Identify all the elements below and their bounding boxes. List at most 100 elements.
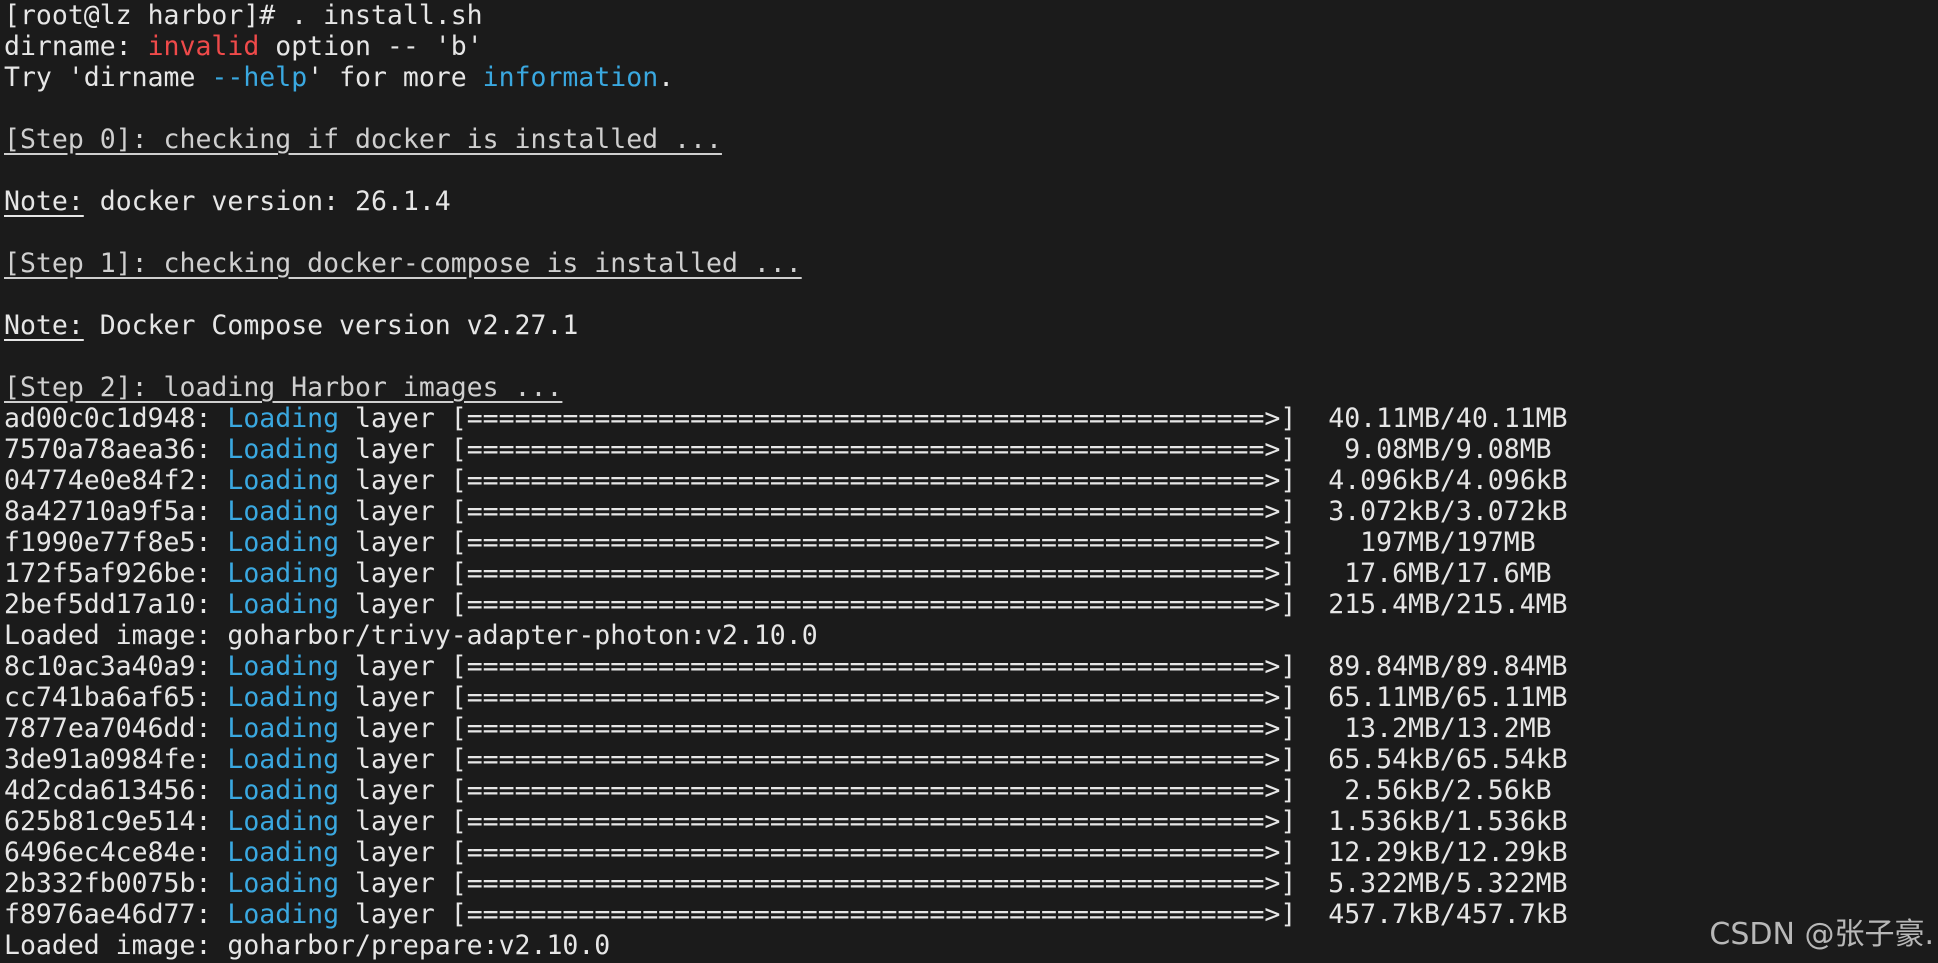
layer-id: 4d2cda613456 (4, 775, 196, 806)
layer-list-prepare: 8c10ac3a40a9: Loading layer [===========… (4, 651, 1934, 930)
layer-colon: : (195, 589, 228, 620)
layer-row: 8a42710a9f5a: Loading layer [===========… (4, 496, 1934, 527)
help-flag: --help (211, 62, 308, 93)
layer-size: 9.08MB/9.08MB (1296, 434, 1552, 465)
layer-size: 89.84MB/89.84MB (1296, 651, 1568, 682)
layer-id: 2bef5dd17a10 (4, 589, 196, 620)
loaded-image-text: Loaded image: goharbor/trivy-adapter-pho… (4, 620, 818, 651)
csdn-watermark: CSDN @张子豪. (1709, 917, 1934, 952)
try-middle: ' for more (307, 62, 483, 93)
prompt-text: [root@lz harbor]# . install.sh (4, 0, 483, 31)
step2-text: [Step 2]: loading Harbor images ... (4, 372, 563, 403)
layer-size: 1.536kB/1.536kB (1296, 806, 1568, 837)
loading-word: Loading (227, 868, 340, 899)
progress-bar: [=======================================… (450, 744, 1297, 775)
layer-id: f8976ae46d77 (4, 899, 196, 930)
layer-row: 04774e0e84f2: Loading layer [===========… (4, 465, 1934, 496)
layer-row: 7877ea7046dd: Loading layer [===========… (4, 713, 1934, 744)
progress-bar: [=======================================… (450, 806, 1297, 837)
loading-word: Loading (227, 403, 340, 434)
try-help-line: Try 'dirname --help' for more informatio… (4, 62, 1934, 93)
layer-colon: : (195, 775, 228, 806)
layer-word: layer (339, 527, 451, 558)
layer-colon: : (195, 899, 228, 930)
step1-text: [Step 1]: checking docker-compose is ins… (4, 248, 802, 279)
try-end: . (658, 62, 675, 93)
layer-colon: : (195, 465, 228, 496)
loading-word: Loading (227, 651, 340, 682)
loading-word: Loading (227, 465, 340, 496)
dirname-error-line: dirname: invalid option -- 'b' (4, 31, 1934, 62)
layer-size: 197MB/197MB (1296, 527, 1536, 558)
loading-word: Loading (227, 899, 340, 930)
layer-row: 8c10ac3a40a9: Loading layer [===========… (4, 651, 1934, 682)
layer-size: 2.56kB/2.56kB (1296, 775, 1552, 806)
layer-word: layer (339, 899, 451, 930)
layer-row: 172f5af926be: Loading layer [===========… (4, 558, 1934, 589)
loading-word: Loading (227, 713, 340, 744)
terminal-output[interactable]: [root@lz harbor]# . install.sh dirname: … (4, 0, 1934, 963)
progress-bar: [=======================================… (450, 434, 1297, 465)
information-word: information (482, 62, 659, 93)
layer-row: 2b332fb0075b: Loading layer [===========… (4, 868, 1934, 899)
layer-row: f1990e77f8e5: Loading layer [===========… (4, 527, 1934, 558)
layer-id: 2b332fb0075b (4, 868, 196, 899)
loading-word: Loading (227, 837, 340, 868)
layer-size: 4.096kB/4.096kB (1296, 465, 1568, 496)
layer-word: layer (339, 837, 451, 868)
progress-bar: [=======================================… (450, 682, 1297, 713)
loading-word: Loading (227, 434, 340, 465)
layer-colon: : (195, 713, 228, 744)
layer-size: 13.2MB/13.2MB (1296, 713, 1552, 744)
note1-text: Docker Compose version v2.27.1 (83, 310, 579, 341)
layer-row: 4d2cda613456: Loading layer [===========… (4, 775, 1934, 806)
layer-size: 12.29kB/12.29kB (1296, 837, 1568, 868)
layer-size: 65.54kB/65.54kB (1296, 744, 1568, 775)
layer-row: f8976ae46d77: Loading layer [===========… (4, 899, 1934, 930)
note0-line: Note: docker version: 26.1.4 (4, 186, 1934, 217)
step2-line: [Step 2]: loading Harbor images ... (4, 372, 1934, 403)
layer-id: 172f5af926be (4, 558, 196, 589)
loading-word: Loading (227, 589, 340, 620)
layer-row: 625b81c9e514: Loading layer [===========… (4, 806, 1934, 837)
layer-colon: : (195, 558, 228, 589)
layer-id: f1990e77f8e5 (4, 527, 196, 558)
layer-size: 17.6MB/17.6MB (1296, 558, 1552, 589)
progress-bar: [=======================================… (450, 868, 1297, 899)
progress-bar: [=======================================… (450, 527, 1297, 558)
layer-id: 7570a78aea36 (4, 434, 196, 465)
layer-row: 6496ec4ce84e: Loading layer [===========… (4, 837, 1934, 868)
layer-id: 8c10ac3a40a9 (4, 651, 196, 682)
loaded-image-line: Loaded image: goharbor/prepare:v2.10.0 (4, 930, 1934, 961)
progress-bar: [=======================================… (450, 899, 1297, 930)
layer-colon: : (195, 682, 228, 713)
layer-id: 8a42710a9f5a (4, 496, 196, 527)
layer-id: 625b81c9e514 (4, 806, 196, 837)
layer-word: layer (339, 682, 451, 713)
progress-bar: [=======================================… (450, 837, 1297, 868)
layer-colon: : (195, 527, 228, 558)
layer-size: 65.11MB/65.11MB (1296, 682, 1568, 713)
layer-colon: : (195, 806, 228, 837)
layer-word: layer (339, 868, 451, 899)
layer-row: cc741ba6af65: Loading layer [===========… (4, 682, 1934, 713)
layer-colon: : (195, 496, 228, 527)
layer-word: layer (339, 403, 451, 434)
layer-colon: : (195, 434, 228, 465)
layer-id: ad00c0c1d948 (4, 403, 196, 434)
layer-word: layer (339, 713, 451, 744)
layer-word: layer (339, 496, 451, 527)
loaded-image-line: Loaded image: goharbor/trivy-adapter-pho… (4, 620, 1934, 651)
progress-bar: [=======================================… (450, 465, 1297, 496)
layer-size: 457.7kB/457.7kB (1296, 899, 1568, 930)
loading-word: Loading (227, 527, 340, 558)
layer-size: 215.4MB/215.4MB (1296, 589, 1568, 620)
progress-bar: [=======================================… (450, 403, 1297, 434)
step0-line: [Step 0]: checking if docker is installe… (4, 124, 1934, 155)
error-prefix: dirname: (4, 31, 148, 62)
layer-word: layer (339, 651, 451, 682)
layer-size: 5.322MB/5.322MB (1296, 868, 1568, 899)
error-invalid-word: invalid (147, 31, 260, 62)
